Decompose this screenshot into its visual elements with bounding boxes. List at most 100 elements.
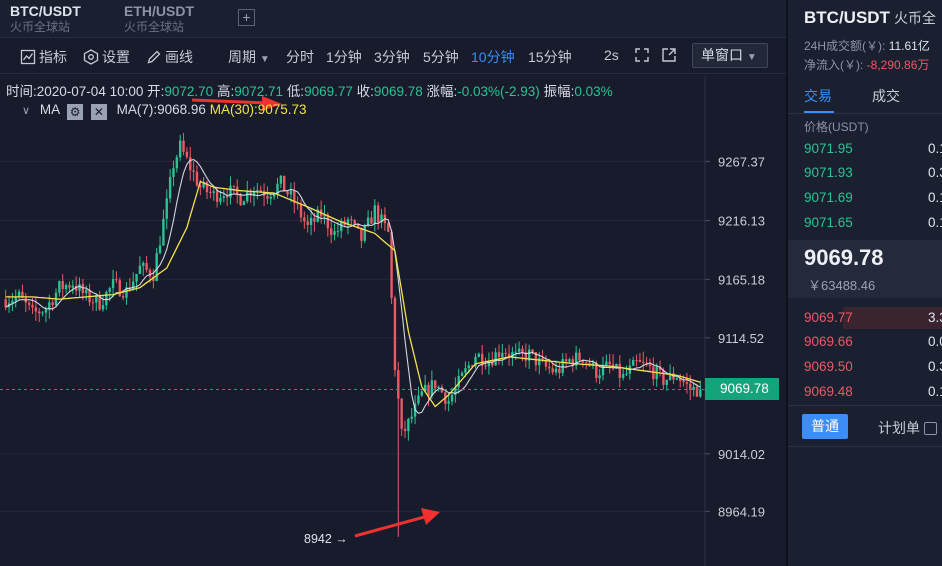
candle-body	[85, 289, 88, 294]
plan-order-button[interactable]: 计划单	[878, 418, 937, 438]
ma-label: MA	[39, 102, 60, 117]
fullscreen-button[interactable]	[634, 47, 653, 63]
candle-body	[558, 368, 561, 373]
candle-body	[4, 299, 7, 308]
candle-body	[131, 281, 135, 290]
candle-body	[376, 205, 380, 223]
time-value: 2020-07-04 10:00	[36, 84, 144, 99]
candle-body	[621, 374, 625, 378]
orderbook-row[interactable]: 9069.77 3.3	[788, 306, 942, 330]
candle-body	[350, 219, 353, 221]
order-qty: 0.1	[928, 141, 942, 156]
candle-body	[390, 231, 393, 298]
orderbook-row[interactable]: 9069.50 0.3	[788, 355, 942, 379]
candle-body	[27, 302, 31, 305]
divider	[788, 446, 942, 447]
chart-grid	[0, 160, 705, 512]
orderbook-row[interactable]: 9069.48 0.1	[788, 380, 942, 404]
panel-tabs: 交易 成交	[788, 78, 942, 114]
ma-close-icon[interactable]: ✕	[90, 104, 107, 120]
orderbook-row[interactable]: 9071.65 0.1	[788, 211, 942, 235]
candle-body	[497, 352, 501, 357]
candle-body	[605, 361, 608, 365]
candle-body	[303, 217, 306, 222]
candle-body	[548, 366, 551, 369]
interval-5m[interactable]: 5分钟	[423, 47, 459, 67]
window-mode-select[interactable]: 单窗口 ▼	[692, 43, 768, 68]
pair-title: BTC/USDT 火币全	[804, 8, 936, 28]
candle-body	[363, 225, 366, 241]
help-icon[interactable]	[923, 422, 937, 435]
ohlc-readout: 时间:2020-07-04 10:00 开:9072.70 高:9072.71 …	[6, 80, 613, 100]
candle-body	[517, 348, 521, 352]
expand-icon	[635, 48, 649, 62]
interval-timeshare[interactable]: 分时	[286, 47, 314, 67]
order-price: 9071.95	[804, 141, 853, 156]
candle-body	[464, 368, 467, 373]
tab-btc-usdt[interactable]: BTC/USDT 火币全球站	[2, 2, 89, 36]
orderbook-row[interactable]: 9071.69 0.1	[788, 186, 942, 210]
caret-down-icon: ▼	[746, 52, 757, 63]
interval-1m[interactable]: 1分钟	[326, 47, 362, 67]
candle-body	[336, 231, 340, 233]
orderbook-row[interactable]: 9069.66 0.0	[788, 330, 942, 354]
candle-body	[215, 191, 219, 202]
y-tick-label: 9267.37	[718, 154, 765, 169]
candle-body	[504, 352, 507, 354]
indicator-icon	[20, 49, 36, 65]
volume-stat: 24H成交额(￥): 11.61亿	[804, 37, 930, 54]
candle-body	[625, 373, 628, 375]
candle-body	[225, 196, 229, 198]
candle-body	[329, 228, 333, 235]
order-qty: 0.1	[928, 384, 942, 399]
candle-body	[121, 296, 125, 298]
interval-10m[interactable]: 10分钟	[471, 47, 515, 67]
refresh-interval[interactable]: 2s	[604, 47, 619, 63]
tab-eth-usdt[interactable]: ETH/USDT 火币全球站	[116, 2, 202, 36]
tab-deals[interactable]: 成交	[872, 86, 900, 106]
candle-body	[71, 285, 74, 288]
orderbook-row[interactable]: 9071.95 0.1	[788, 137, 942, 161]
candle-body	[286, 191, 289, 195]
candle-body	[111, 279, 115, 289]
candle-body	[682, 380, 685, 383]
candle-body	[417, 395, 420, 404]
candle-body	[165, 198, 168, 219]
tab-trade[interactable]: 交易	[804, 86, 832, 106]
draw-button[interactable]: 画线	[146, 47, 193, 67]
candle-body	[17, 291, 21, 297]
normal-order-button[interactable]: 普通	[802, 414, 848, 439]
amplitude-label: 振幅:	[543, 84, 575, 99]
chart-toolbar: 指标 设置 画线 周期 ▼ 分时 1分钟 3分钟 5分钟 10分钟 15分钟 2…	[0, 38, 786, 74]
popout-button[interactable]	[661, 47, 680, 63]
settings-button[interactable]: 设置	[83, 47, 130, 67]
candle-body	[313, 217, 316, 222]
interval-3m[interactable]: 3分钟	[374, 47, 410, 67]
candle-body	[353, 220, 356, 224]
indicator-button[interactable]: 指标	[20, 47, 67, 67]
candle-body	[333, 231, 336, 235]
collapse-chevron-icon[interactable]: ∨	[22, 105, 30, 117]
volume-label: 24H成交额(￥):	[804, 39, 886, 53]
y-tick-label: 9216.13	[718, 214, 765, 229]
candle-body	[195, 171, 199, 186]
order-price: 9071.69	[804, 190, 853, 205]
ma7-label: MA(7):	[116, 102, 158, 117]
pair-tabs: BTC/USDT 火币全球站 ETH/USDT 火币全球站 +	[0, 0, 786, 38]
candle-body	[393, 297, 397, 371]
candle-body	[521, 348, 524, 353]
period-dropdown[interactable]: 周期 ▼	[228, 47, 270, 67]
high-label: 高:	[216, 84, 235, 99]
candle-body	[366, 217, 370, 226]
candle-body	[695, 386, 699, 397]
popout-icon	[662, 48, 676, 62]
candle-body	[434, 380, 437, 389]
orderbook-row[interactable]: 9071.93 0.3	[788, 161, 942, 185]
ma-settings-icon[interactable]: ⚙	[67, 104, 84, 120]
interval-15m[interactable]: 15分钟	[528, 47, 572, 67]
settings-label: 设置	[102, 49, 130, 65]
indicator-label: 指标	[39, 49, 67, 65]
active-tab-indicator	[804, 111, 834, 113]
candle-body	[585, 362, 588, 364]
add-tab-button[interactable]: +	[238, 9, 255, 26]
